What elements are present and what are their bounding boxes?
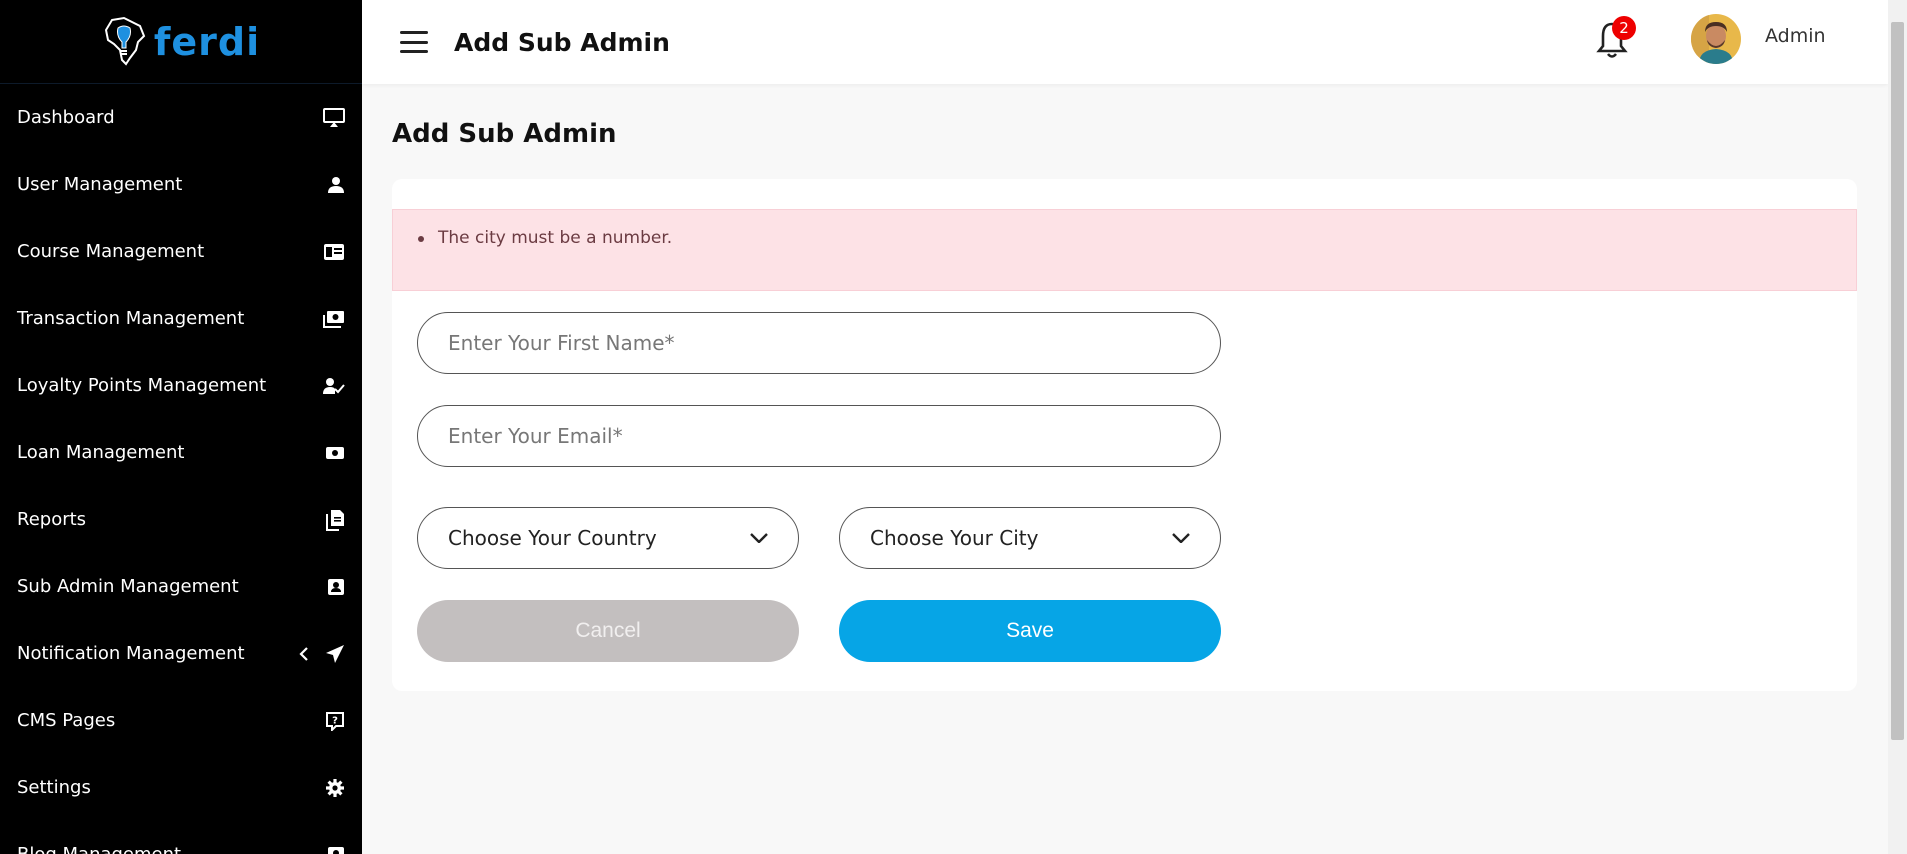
sidebar-item-settings[interactable]: Settings <box>0 754 362 821</box>
page-title: Add Sub Admin <box>392 119 617 149</box>
sidebar-item-label: Transaction Management <box>17 308 245 329</box>
notification-badge: 2 <box>1612 16 1636 40</box>
svg-text:?: ? <box>332 715 338 726</box>
sidebar-item-label: Sub Admin Management <box>17 576 239 597</box>
chevron-down-icon <box>750 533 768 543</box>
sidebar-item-reports[interactable]: Reports <box>0 486 362 553</box>
brand-name: ferdi <box>153 19 261 64</box>
gear-icon <box>326 778 344 797</box>
form-card: The city must be a number. Choose Your C… <box>392 179 1857 691</box>
sidebar-item-label: User Management <box>17 174 183 195</box>
sidebar-item-label: Course Management <box>17 241 205 262</box>
sidebar-item-label: Settings <box>17 777 91 798</box>
bullet-icon <box>418 236 424 242</box>
sidebar-item-label: Loyalty Points Management <box>17 375 267 396</box>
contact-card-icon <box>328 578 344 595</box>
save-button[interactable]: Save <box>839 600 1221 662</box>
monitor-icon <box>323 107 345 127</box>
cash-icon <box>326 446 344 459</box>
sidebar-item-label: Loan Management <box>17 442 185 463</box>
sidebar-item-course-management[interactable]: Course Management <box>0 218 362 285</box>
city-select[interactable]: Choose Your City <box>839 507 1221 569</box>
country-select-value: Choose Your Country <box>448 526 657 550</box>
help-box-icon: ? <box>326 711 344 731</box>
sidebar-item-blog-management[interactable]: Blog Management <box>0 821 362 854</box>
africa-bulb-logo-icon <box>104 16 146 66</box>
blog-icon <box>328 846 344 854</box>
sidebar-item-label: CMS Pages <box>17 710 116 731</box>
sidebar-item-label: Notification Management <box>17 643 245 664</box>
sidebar-item-label: Blog Management <box>17 844 181 854</box>
error-alert: The city must be a number. <box>392 209 1857 291</box>
money-icon <box>323 310 344 328</box>
header-title: Add Sub Admin <box>454 27 670 57</box>
city-select-value: Choose Your City <box>870 526 1039 550</box>
cancel-button[interactable]: Cancel <box>417 600 799 662</box>
user-avatar-icon <box>1691 14 1741 64</box>
sidebar-item-loyalty-points-management[interactable]: Loyalty Points Management <box>0 352 362 419</box>
sidebar-item-cms-pages[interactable]: CMS Pages ? <box>0 687 362 754</box>
brand-logo[interactable]: ferdi <box>0 0 362 84</box>
scrollbar-thumb[interactable] <box>1891 22 1904 740</box>
id-card-icon <box>324 243 344 260</box>
sidebar-nav: Dashboard User Management Course Managem… <box>0 84 362 854</box>
sidebar-item-loan-management[interactable]: Loan Management <box>0 419 362 486</box>
sidebar-item-notification-management[interactable]: Notification Management <box>0 620 362 687</box>
email-input[interactable] <box>417 405 1221 467</box>
user-icon <box>328 176 344 193</box>
sidebar-item-transaction-management[interactable]: Transaction Management <box>0 285 362 352</box>
chevron-left-icon <box>299 646 308 661</box>
user-check-icon <box>323 377 345 394</box>
country-select[interactable]: Choose Your Country <box>417 507 799 569</box>
sidebar: ferdi Dashboard User Management Course M… <box>0 0 362 854</box>
avatar[interactable] <box>1691 14 1741 64</box>
page-scrollbar[interactable] <box>1888 0 1907 854</box>
menu-toggle-icon[interactable] <box>400 31 428 53</box>
sidebar-item-label: Reports <box>17 509 87 530</box>
chevron-down-icon <box>1172 533 1190 543</box>
alert-text: The city must be a number. <box>438 228 673 248</box>
sidebar-item-label: Dashboard <box>17 107 115 128</box>
paper-plane-icon <box>326 644 344 663</box>
sidebar-item-dashboard[interactable]: Dashboard <box>0 84 362 151</box>
alert-message: The city must be a number. <box>418 228 673 248</box>
sidebar-item-sub-admin-management[interactable]: Sub Admin Management <box>0 553 362 620</box>
user-name[interactable]: Admin <box>1765 25 1826 47</box>
first-name-input[interactable] <box>417 312 1221 374</box>
top-header: Add Sub Admin 2 Admin <box>362 0 1888 84</box>
sidebar-item-user-management[interactable]: User Management <box>0 151 362 218</box>
document-icon <box>326 509 344 531</box>
